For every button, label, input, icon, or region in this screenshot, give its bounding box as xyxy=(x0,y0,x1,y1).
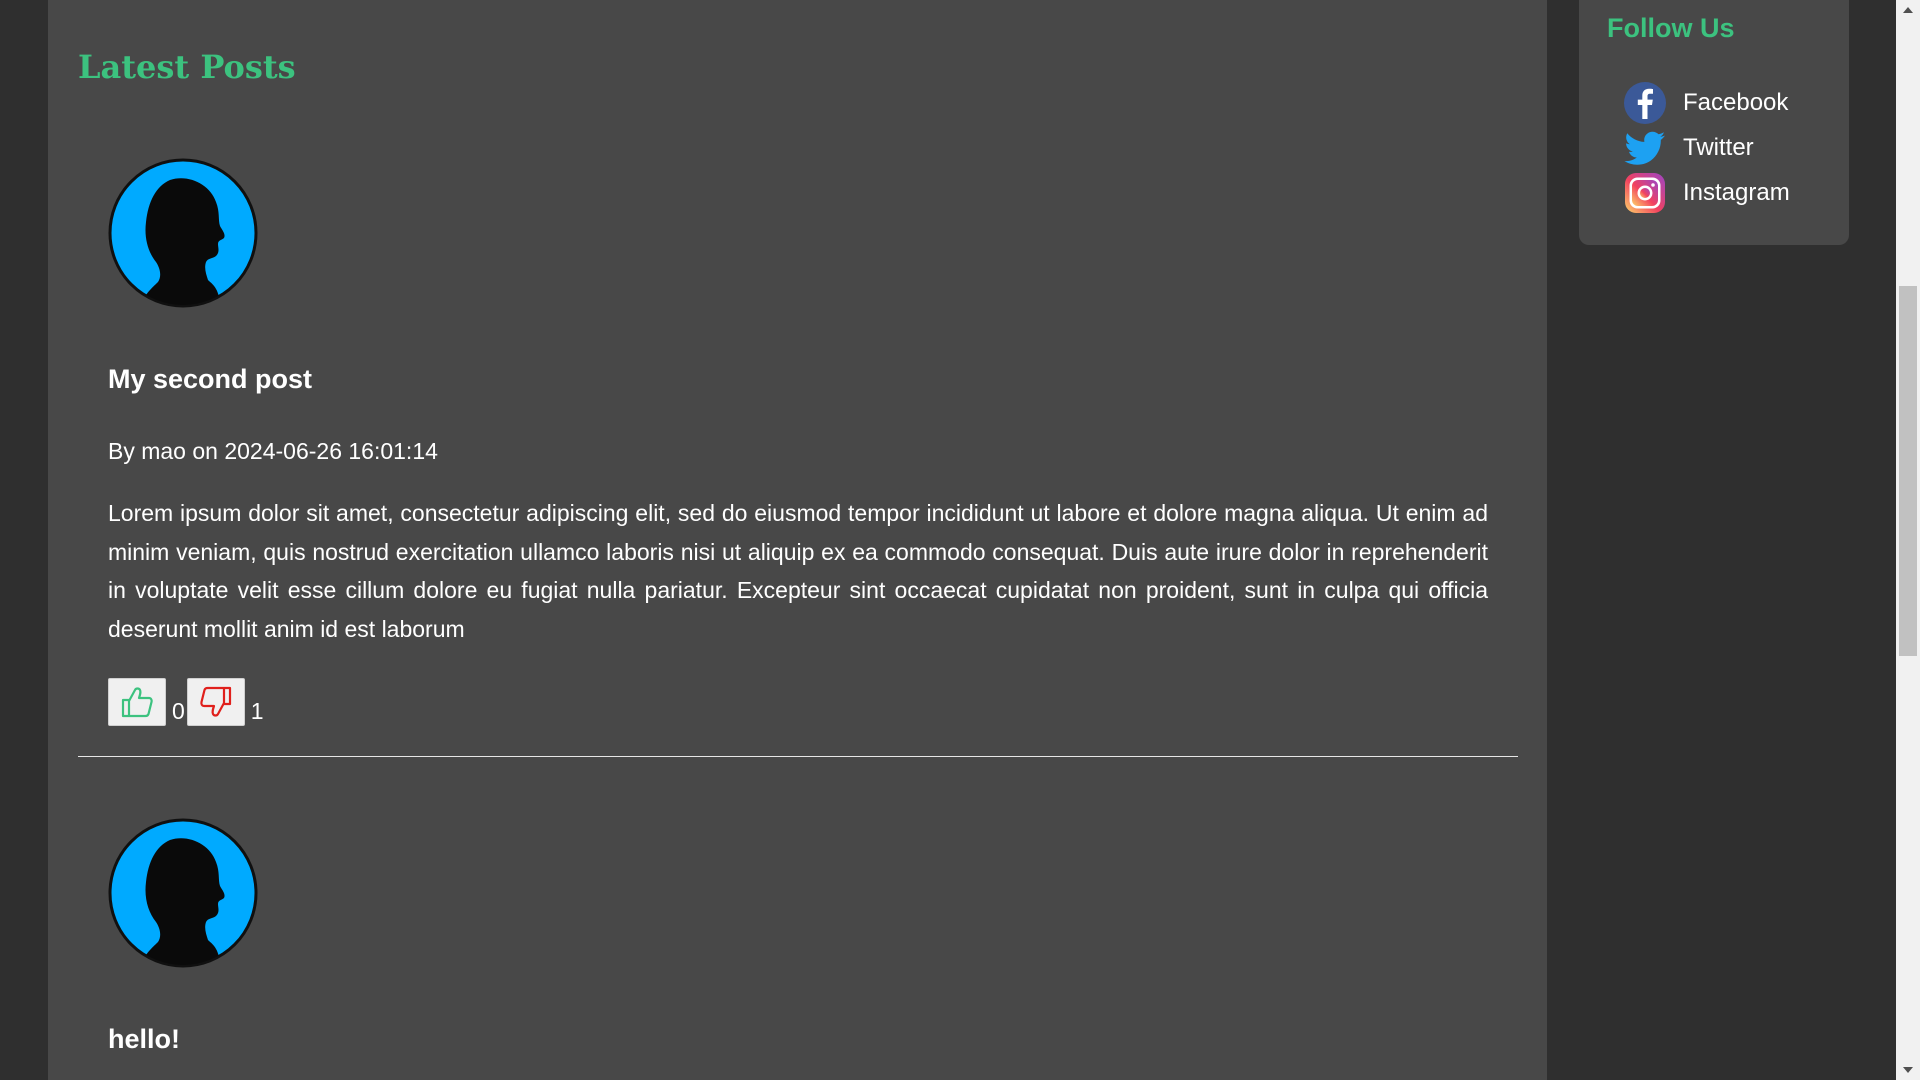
avatar-silhouette-icon xyxy=(108,818,258,968)
post-title[interactable]: My second post xyxy=(108,364,312,395)
section-title: Latest Posts xyxy=(78,48,296,86)
triangle-down-icon xyxy=(1903,1067,1913,1073)
vote-bar: 0 1 xyxy=(108,676,266,726)
thumbs-up-icon xyxy=(121,687,153,718)
post-meta: By mao on 2024-06-26 16:01:14 xyxy=(108,438,438,464)
sidebar-title: Follow Us xyxy=(1607,13,1735,43)
dislike-count: 1 xyxy=(250,698,264,724)
social-link-twitter[interactable]: Twitter xyxy=(1623,125,1790,170)
triangle-up-icon xyxy=(1903,7,1913,13)
scroll-down-arrow[interactable] xyxy=(1896,1060,1920,1080)
main-column: Latest Posts My second post By mao on 20… xyxy=(48,0,1547,1080)
twitter-icon xyxy=(1623,126,1667,170)
scroll-up-arrow[interactable] xyxy=(1896,0,1920,20)
like-button[interactable] xyxy=(108,678,166,726)
social-link-instagram[interactable]: Instagram xyxy=(1623,170,1790,215)
facebook-icon xyxy=(1623,81,1667,125)
dislike-button[interactable] xyxy=(186,678,245,726)
post-divider xyxy=(78,756,1518,757)
avatar-silhouette-icon xyxy=(108,158,258,308)
avatar xyxy=(108,158,258,308)
social-label: Instagram xyxy=(1683,178,1790,206)
post-body: Lorem ipsum dolor sit amet, consectetur … xyxy=(108,500,1488,642)
follow-us-card: Follow Us Facebook Twitter Instagram xyxy=(1579,0,1849,245)
instagram-icon xyxy=(1623,171,1667,215)
social-link-facebook[interactable]: Facebook xyxy=(1623,80,1790,125)
social-label: Facebook xyxy=(1683,88,1789,116)
page-scrollbar[interactable] xyxy=(1896,0,1920,1080)
thumbs-down-icon xyxy=(200,686,231,717)
page: Latest Posts My second post By mao on 20… xyxy=(0,0,1920,1080)
post-title[interactable]: hello! xyxy=(108,1024,180,1055)
avatar xyxy=(108,818,258,968)
scroll-thumb[interactable] xyxy=(1899,286,1917,656)
like-count: 0 xyxy=(172,698,185,724)
social-list: Facebook Twitter Instagram xyxy=(1623,80,1790,215)
social-label: Twitter xyxy=(1683,133,1754,161)
